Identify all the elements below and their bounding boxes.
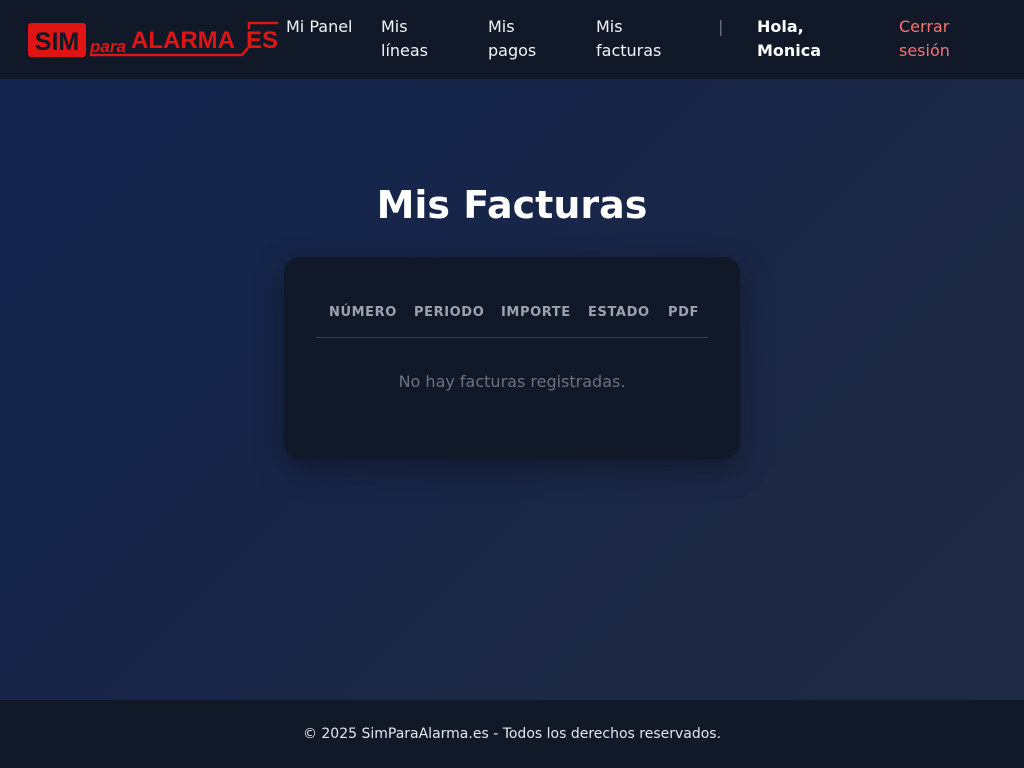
column-header-periodo: PERIODO <box>414 305 485 320</box>
brand-logo[interactable]: SIM para ALARMA ES <box>28 20 280 60</box>
nav-mis-pagos[interactable]: Mis pagos <box>488 15 558 63</box>
logout-link[interactable]: Cerrar sesión <box>899 15 979 63</box>
page-title: Mis Facturas <box>376 183 648 227</box>
nav-mi-panel[interactable]: Mi Panel <box>286 15 356 39</box>
user-greeting: Hola, Monica <box>757 17 822 60</box>
top-header: SIM para ALARMA ES Mi Panel Mis líneas M… <box>0 0 1024 80</box>
empty-state-message: No hay facturas registradas. <box>398 372 626 391</box>
nav-mis-lineas[interactable]: Mis líneas <box>381 15 451 63</box>
page-footer: © 2025 SimParaAlarma.es - Todos los dere… <box>0 700 1024 768</box>
nav-mis-facturas[interactable]: Mis facturas <box>596 15 676 63</box>
nav-separator: | <box>718 17 724 36</box>
column-header-pdf: PDF <box>668 305 699 320</box>
invoices-card: NÚMERO PERIODO IMPORTE ESTADO PDF No hay… <box>284 257 740 459</box>
column-header-estado: ESTADO <box>588 305 650 320</box>
logo-brand: ALARMA <box>131 27 235 54</box>
column-header-numero: NÚMERO <box>329 305 397 320</box>
main-content: Mis Facturas NÚMERO PERIODO IMPORTE ESTA… <box>0 80 1024 700</box>
column-header-importe: IMPORTE <box>501 305 571 320</box>
logo-middle: para <box>89 37 126 56</box>
logo-suffix: ES <box>246 27 278 54</box>
invoices-table-header: NÚMERO PERIODO IMPORTE ESTADO PDF <box>316 297 708 338</box>
footer-copyright: © 2025 SimParaAlarma.es - Todos los dere… <box>302 726 722 742</box>
logo-prefix: SIM <box>35 28 79 56</box>
